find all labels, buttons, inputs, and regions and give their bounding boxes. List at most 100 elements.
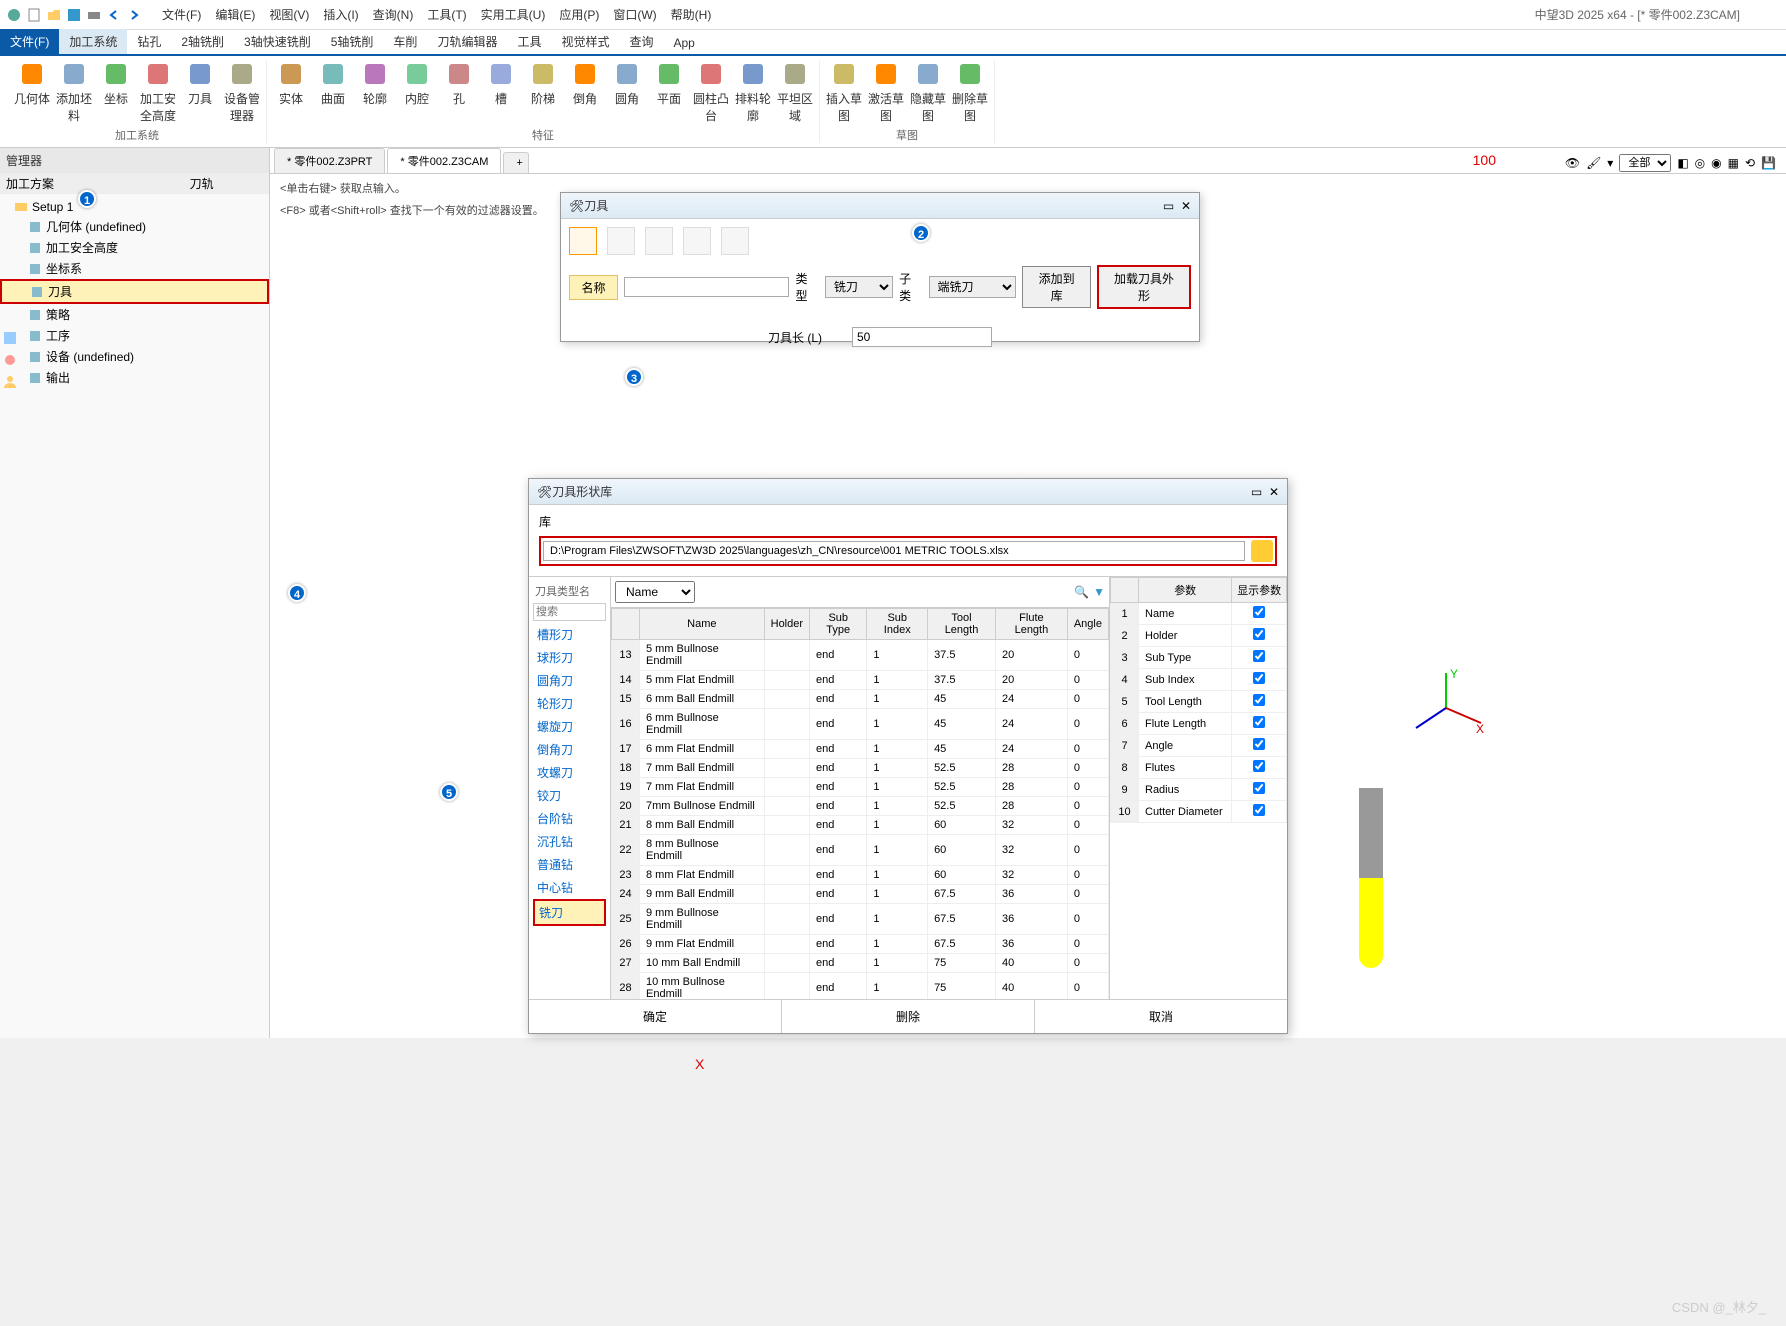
table-header[interactable]: Angle <box>1067 609 1108 640</box>
table-row[interactable]: 238 mm Flat Endmillend160320 <box>612 866 1109 885</box>
table-row[interactable]: 218 mm Ball Endmillend160320 <box>612 816 1109 835</box>
table-row[interactable]: 176 mm Flat Endmillend145240 <box>612 740 1109 759</box>
close-icon[interactable]: ✕ <box>1269 485 1279 499</box>
menu-query[interactable]: 查询(N) <box>373 6 414 23</box>
tool-tab-drill[interactable] <box>607 227 635 255</box>
table-row[interactable]: 145 mm Flat Endmillend137.5200 <box>612 671 1109 690</box>
cube-icon[interactable]: ◧ <box>1677 156 1688 170</box>
type-select[interactable]: 铣刀 <box>825 276 893 298</box>
table-row[interactable]: 2710 mm Ball Endmillend175400 <box>612 954 1109 973</box>
param-checkbox[interactable] <box>1253 804 1265 816</box>
ribbon-item[interactable]: 隐藏草图 <box>910 60 946 124</box>
ribbon-item[interactable]: 内腔 <box>399 60 435 124</box>
name-input[interactable] <box>624 277 790 297</box>
tool-tab-tap[interactable] <box>645 227 673 255</box>
ribbon-item[interactable]: 激活草图 <box>868 60 904 124</box>
type-item[interactable]: 中心钻 <box>533 876 606 899</box>
type-item[interactable]: 攻螺刀 <box>533 761 606 784</box>
table-header[interactable]: Name <box>640 609 765 640</box>
viewport[interactable]: * 零件002.Z3PRT * 零件002.Z3CAM + <单击右键> 获取点… <box>270 148 1786 1038</box>
grid-icon[interactable]: ▦ <box>1728 156 1739 170</box>
ribbon-tab-3axis[interactable]: 3轴快速铣削 <box>234 29 321 54</box>
tree-item[interactable]: 策略 <box>0 304 269 325</box>
menu-app[interactable]: 应用(P) <box>559 6 599 23</box>
ribbon-item[interactable]: 插入草图 <box>826 60 862 124</box>
menu-edit[interactable]: 编辑(E) <box>215 6 255 23</box>
filter-icon[interactable]: ▾ <box>1607 156 1613 170</box>
ribbon-tab-app[interactable]: App <box>664 32 705 54</box>
type-item[interactable]: 铰刀 <box>533 784 606 807</box>
param-checkbox[interactable] <box>1253 760 1265 772</box>
browse-folder-icon[interactable] <box>1251 540 1273 562</box>
doc-tab-cam[interactable]: * 零件002.Z3CAM <box>387 148 501 173</box>
minimize-icon[interactable]: ▭ <box>1163 199 1174 213</box>
sub-select[interactable]: 端铣刀 <box>929 276 1017 298</box>
table-row[interactable]: 187 mm Ball Endmillend152.5280 <box>612 759 1109 778</box>
cancel-button[interactable]: 取消 <box>1034 1000 1287 1033</box>
ribbon-tab-turn[interactable]: 车削 <box>383 29 427 54</box>
ribbon-item[interactable]: 设备管理器 <box>224 60 260 124</box>
filter-select[interactable]: 全部 <box>1619 154 1671 172</box>
param-checkbox[interactable] <box>1253 672 1265 684</box>
ribbon-item[interactable]: 圆角 <box>609 60 645 124</box>
reset-icon[interactable]: ⟲ <box>1745 156 1755 170</box>
ribbon-item[interactable]: 倒角 <box>567 60 603 124</box>
tool-tab-endmill[interactable] <box>569 227 597 255</box>
ribbon-tab-query[interactable]: 查询 <box>619 29 663 54</box>
menu-utility[interactable]: 实用工具(U) <box>481 6 546 23</box>
doc-tab-prt[interactable]: * 零件002.Z3PRT <box>274 148 385 173</box>
ribbon-item[interactable]: 平坦区域 <box>777 60 813 124</box>
table-row[interactable]: 207mm Bullnose Endmillend152.5280 <box>612 797 1109 816</box>
type-item[interactable]: 普通钻 <box>533 853 606 876</box>
tool-length-input[interactable] <box>852 327 992 347</box>
param-checkbox[interactable] <box>1253 716 1265 728</box>
type-item[interactable]: 台阶钻 <box>533 807 606 830</box>
ribbon-tab-cam[interactable]: 加工系统 <box>59 29 127 54</box>
layer-icon[interactable] <box>2 330 18 346</box>
doc-tab-add[interactable]: + <box>503 152 529 173</box>
table-row[interactable]: 249 mm Ball Endmillend167.5360 <box>612 885 1109 904</box>
save-view-icon[interactable]: 💾 <box>1761 156 1776 170</box>
table-header[interactable]: Tool Length <box>928 609 996 640</box>
render-icon[interactable]: ◎ <box>1695 156 1705 170</box>
redo-icon[interactable] <box>126 7 142 23</box>
table-row[interactable]: 166 mm Bullnose Endmillend145240 <box>612 709 1109 740</box>
type-item[interactable]: 螺旋刀 <box>533 715 606 738</box>
tree-item[interactable]: 输出 <box>0 367 269 388</box>
ribbon-item[interactable]: 几何体 <box>14 60 50 124</box>
add-lib-button[interactable]: 添加到库 <box>1022 266 1091 308</box>
menu-help[interactable]: 帮助(H) <box>671 6 712 23</box>
type-item[interactable]: 球形刀 <box>533 646 606 669</box>
type-item[interactable]: 槽形刀 <box>533 623 606 646</box>
filter-funnel-icon[interactable]: ▼ <box>1093 585 1105 599</box>
ribbon-tab-visual[interactable]: 视觉样式 <box>551 29 619 54</box>
type-item[interactable]: 圆角刀 <box>533 669 606 692</box>
tool-tab-other[interactable] <box>721 227 749 255</box>
param-checkbox[interactable] <box>1253 650 1265 662</box>
ribbon-item[interactable]: 轮廓 <box>357 60 393 124</box>
ribbon-item[interactable]: 阶梯 <box>525 60 561 124</box>
brush-icon[interactable]: 🖌 <box>1586 156 1601 170</box>
ribbon-tab-file[interactable]: 文件(F) <box>0 29 59 54</box>
table-row[interactable]: 269 mm Flat Endmillend167.5360 <box>612 935 1109 954</box>
param-checkbox[interactable] <box>1253 606 1265 618</box>
tree-item[interactable]: 坐标系 <box>0 258 269 279</box>
menu-view[interactable]: 视图(V) <box>269 6 309 23</box>
table-header[interactable] <box>612 609 640 640</box>
ribbon-tab-5axis[interactable]: 5轴铣削 <box>321 29 384 54</box>
ribbon-tab-drill[interactable]: 钻孔 <box>127 29 171 54</box>
param-checkbox[interactable] <box>1253 782 1265 794</box>
tree-root[interactable]: Setup 1 <box>0 198 269 216</box>
ribbon-tab-2axis[interactable]: 2轴铣削 <box>171 29 234 54</box>
type-item[interactable]: 铣刀 <box>533 899 606 926</box>
shade-icon[interactable]: ◉ <box>1711 156 1721 170</box>
table-row[interactable]: 156 mm Ball Endmillend145240 <box>612 690 1109 709</box>
table-row[interactable]: 2810 mm Bullnose Endmillend175400 <box>612 973 1109 1000</box>
param-checkbox[interactable] <box>1253 738 1265 750</box>
ribbon-item[interactable]: 曲面 <box>315 60 351 124</box>
tree-item[interactable]: 几何体 (undefined) <box>0 216 269 237</box>
ribbon-tab-tools[interactable]: 工具 <box>507 29 551 54</box>
type-item[interactable]: 倒角刀 <box>533 738 606 761</box>
ribbon-tab-pathedit[interactable]: 刀轨编辑器 <box>427 29 507 54</box>
ribbon-item[interactable]: 加工安全高度 <box>140 60 176 124</box>
